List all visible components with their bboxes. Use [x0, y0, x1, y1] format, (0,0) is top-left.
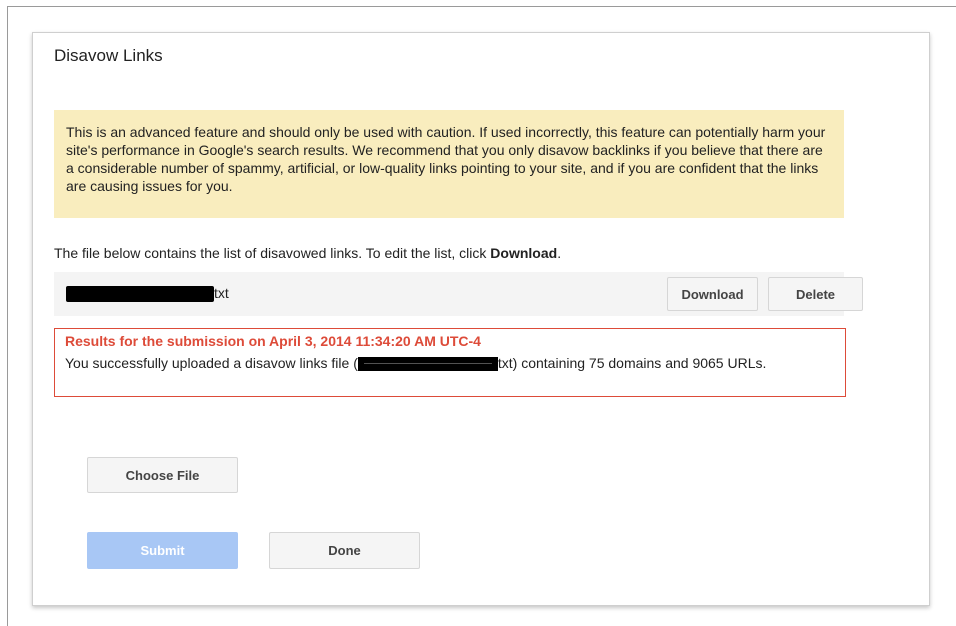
page-title: Disavow Links — [54, 46, 163, 65]
info-text-download-emphasis: Download — [490, 245, 558, 261]
results-box: Results for the submission on April 3, 2… — [54, 328, 846, 397]
redacted-filename-inline — [357, 357, 498, 371]
results-title: Results for the submission on April 3, 2… — [65, 333, 481, 349]
submit-button[interactable]: Submit — [87, 532, 238, 569]
file-name: txt — [214, 285, 229, 301]
info-text-prefix: The file below contains the list of disa… — [54, 245, 491, 261]
choose-file-button[interactable]: Choose File — [87, 457, 238, 493]
file-extension: txt — [214, 285, 229, 301]
download-button[interactable]: Download — [667, 277, 758, 311]
warning-box: This is an advanced feature and should o… — [54, 110, 844, 218]
done-button[interactable]: Done — [269, 532, 420, 569]
redacted-filename — [66, 286, 214, 302]
delete-button[interactable]: Delete — [768, 277, 863, 311]
file-row: txt Download Delete — [54, 272, 863, 316]
results-message-suffix: txt) containing 75 domains and 9065 URLs… — [497, 355, 767, 371]
results-message: You successfully uploaded a disavow link… — [65, 354, 835, 372]
info-text-suffix: . — [557, 245, 562, 261]
info-text: The file below contains the list of disa… — [54, 245, 561, 261]
results-message-prefix: You successfully uploaded a disavow link… — [65, 355, 358, 371]
